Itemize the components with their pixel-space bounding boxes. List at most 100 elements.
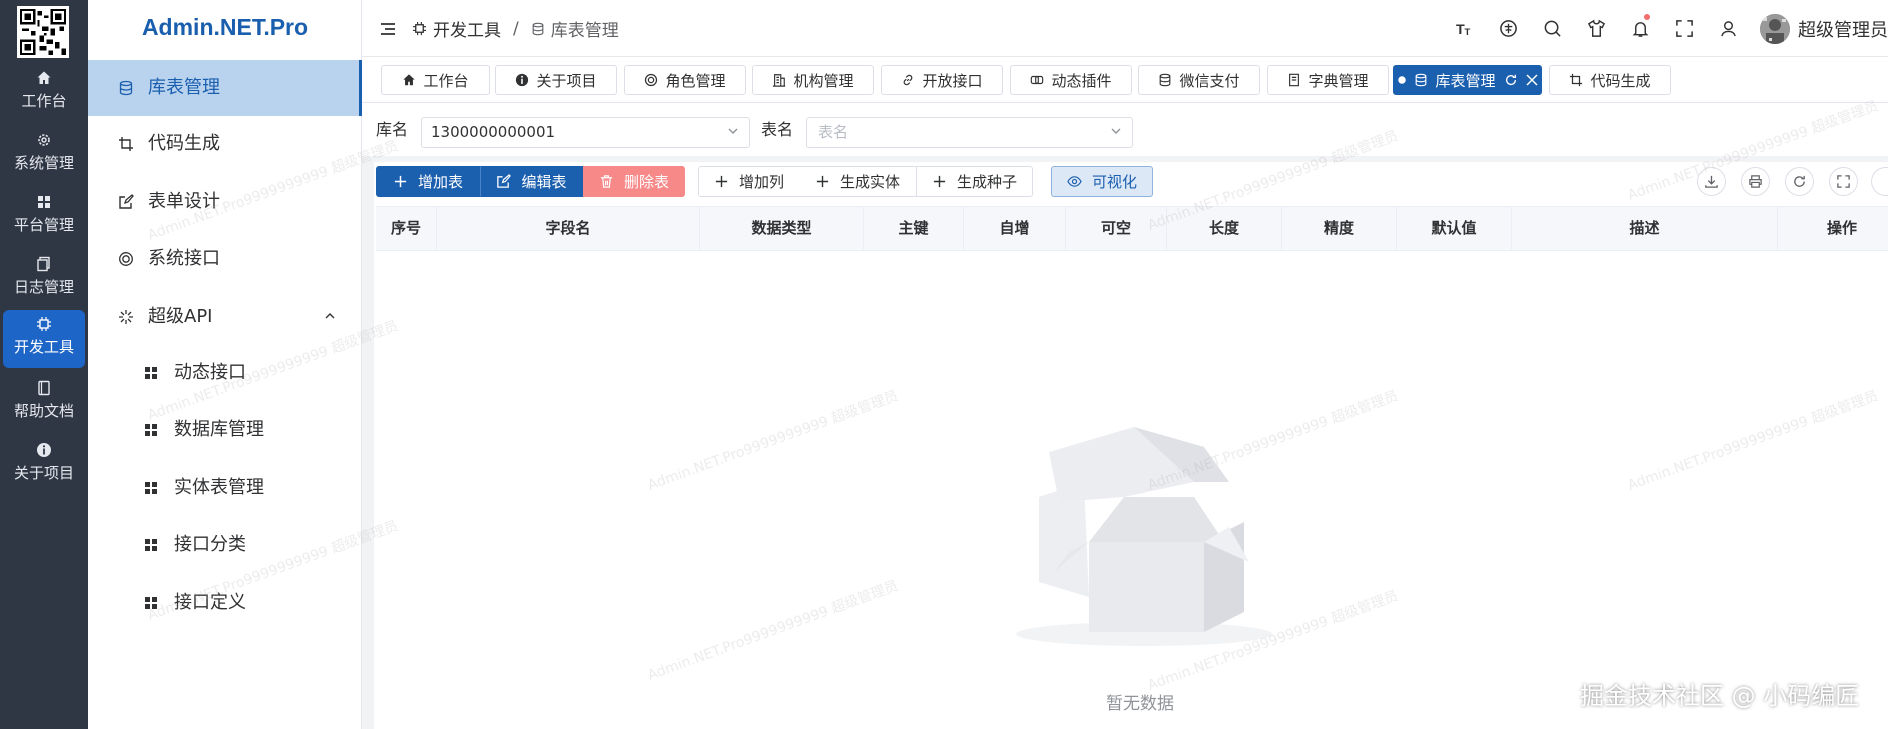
menu-item-label: 数据库管理 <box>174 419 264 440</box>
table-select[interactable] <box>806 117 1133 148</box>
user-menu[interactable]: 超级管理员 <box>1760 13 1888 44</box>
tab-label: 微信支付 <box>1179 71 1240 90</box>
menu-item-label: 超级API <box>148 306 213 327</box>
print-icon[interactable] <box>1741 167 1770 196</box>
db-select[interactable]: 1300000000001 <box>421 117 750 148</box>
search-icon[interactable] <box>1530 0 1574 57</box>
trash-icon <box>600 175 613 188</box>
side-menu: Admin.NET.Pro 库表管理 代码生成 表单设计 系统接口 超级API … <box>88 0 362 729</box>
tab-dictionary[interactable]: 字典管理 <box>1267 65 1389 95</box>
add-table-button[interactable]: 增加表 <box>376 166 480 197</box>
menu-item-form-design[interactable]: 表单设计 <box>88 174 362 230</box>
refresh-icon[interactable] <box>1785 167 1814 196</box>
gen-seed-button[interactable]: 生成种子 <box>916 166 1033 197</box>
add-column-button[interactable]: 增加列 <box>698 166 800 197</box>
breadcrumb-current: 库表管理 <box>550 21 619 41</box>
menu-subitem-api-category[interactable]: 接口分类 <box>88 517 362 573</box>
avatar <box>1760 13 1790 44</box>
database-icon <box>531 22 545 36</box>
rail-item-system[interactable]: 系统管理 <box>3 126 85 182</box>
plus-icon <box>394 175 407 188</box>
tab-org-management[interactable]: 机构管理 <box>752 65 874 95</box>
table-select-input[interactable] <box>816 122 1069 142</box>
edit-icon <box>118 174 136 230</box>
menu-toggle-icon[interactable] <box>380 22 396 36</box>
gen-seed-label: 生成种子 <box>956 173 1017 191</box>
tab-table-management[interactable]: 库表管理 <box>1393 65 1542 95</box>
empty-box-illustration <box>1014 402 1284 656</box>
plus-icon <box>816 175 829 188</box>
rail-item-logs[interactable]: 日志管理 <box>3 250 85 306</box>
column-header: 描述 <box>1512 207 1778 250</box>
edit-table-label: 编辑表 <box>521 173 567 191</box>
column-settings-icon[interactable] <box>1871 167 1888 196</box>
database-icon <box>1158 73 1172 87</box>
icon-rail: 工作台 系统管理 平台管理 日志管理 开发工具 帮助文档 关于项目 <box>0 0 88 729</box>
menu-subitem-api-definition[interactable]: 接口定义 <box>88 575 362 631</box>
tab-label: 角色管理 <box>665 71 726 90</box>
cpu-icon <box>412 21 427 36</box>
chevron-down-icon <box>727 118 739 147</box>
theme-shirt-icon[interactable] <box>1574 0 1618 57</box>
tab-label: 开放接口 <box>922 71 983 90</box>
column-header: 序号 <box>376 207 437 250</box>
qr-code <box>17 6 69 58</box>
menu-item-system-api[interactable]: 系统接口 <box>88 231 362 287</box>
menu-item-table-management[interactable]: 库表管理 <box>88 60 362 116</box>
rail-item-about[interactable]: 关于项目 <box>3 436 85 492</box>
refresh-icon[interactable] <box>1504 73 1518 87</box>
menu-subitem-database[interactable]: 数据库管理 <box>88 402 362 458</box>
rail-item-workbench[interactable]: 工作台 <box>3 64 85 120</box>
bell-icon[interactable] <box>1618 0 1662 57</box>
spark-icon <box>118 289 136 345</box>
grid-icon <box>3 194 85 216</box>
breadcrumb: 开发工具 / 库表管理 <box>380 0 619 57</box>
menu-subitem-dynamic-api[interactable]: 动态接口 <box>88 345 362 401</box>
db-label: 库名 <box>376 120 409 139</box>
menu-item-codegen[interactable]: 代码生成 <box>88 116 362 172</box>
grid-icon <box>144 402 162 458</box>
rail-item-label: 关于项目 <box>13 464 74 482</box>
edit-table-button[interactable]: 编辑表 <box>480 166 583 197</box>
rail-item-label: 开发工具 <box>13 338 74 356</box>
tab-about[interactable]: 关于项目 <box>495 65 617 95</box>
visualize-button[interactable]: 可视化 <box>1051 166 1153 197</box>
delete-table-button[interactable]: 删除表 <box>583 166 685 197</box>
rail-item-help[interactable]: 帮助文档 <box>3 374 85 430</box>
rail-item-platform[interactable]: 平台管理 <box>3 188 85 244</box>
tab-label: 代码生成 <box>1590 71 1651 90</box>
cpu-icon <box>3 316 85 338</box>
tab-open-api[interactable]: 开放接口 <box>881 65 1003 95</box>
delete-table-label: 删除表 <box>623 173 669 191</box>
user-icon[interactable] <box>1706 0 1750 57</box>
font-size-icon[interactable]: TT <box>1442 0 1486 57</box>
rail-item-devtools[interactable]: 开发工具 <box>3 310 85 368</box>
target-icon <box>644 73 658 87</box>
close-icon[interactable] <box>1525 74 1538 86</box>
column-header: 默认值 <box>1397 207 1512 250</box>
tab-label: 动态插件 <box>1051 71 1112 90</box>
translate-icon[interactable] <box>1486 0 1530 57</box>
tab-role-management[interactable]: 角色管理 <box>624 65 746 95</box>
top-header: 开发工具 / 库表管理 TT 超级管理员 <box>362 0 1888 57</box>
eye-icon <box>1067 176 1082 187</box>
active-dot-icon <box>1397 75 1407 85</box>
gen-entity-button[interactable]: 生成实体 <box>799 166 917 197</box>
tab-workbench[interactable]: 工作台 <box>381 65 490 95</box>
breadcrumb-separator: / <box>513 18 519 39</box>
fullscreen-icon[interactable] <box>1829 167 1858 196</box>
menu-item-super-api[interactable]: 超级API <box>88 289 362 345</box>
tab-codegen[interactable]: 代码生成 <box>1549 65 1671 95</box>
tab-dynamic-plugin[interactable]: 动态插件 <box>1010 65 1132 95</box>
download-icon[interactable] <box>1697 167 1726 196</box>
rail-item-label: 帮助文档 <box>13 402 74 420</box>
menu-item-label: 动态接口 <box>174 362 246 383</box>
fullscreen-icon[interactable] <box>1662 0 1706 57</box>
tab-label: 工作台 <box>423 71 469 90</box>
target-icon <box>118 231 136 287</box>
tab-wechat-pay[interactable]: 微信支付 <box>1138 65 1260 95</box>
breadcrumb-item[interactable]: 开发工具 <box>433 16 501 41</box>
menu-subitem-entity[interactable]: 实体表管理 <box>88 460 362 516</box>
menu-item-label: 库表管理 <box>148 77 220 98</box>
menu-item-label: 接口定义 <box>174 592 246 613</box>
